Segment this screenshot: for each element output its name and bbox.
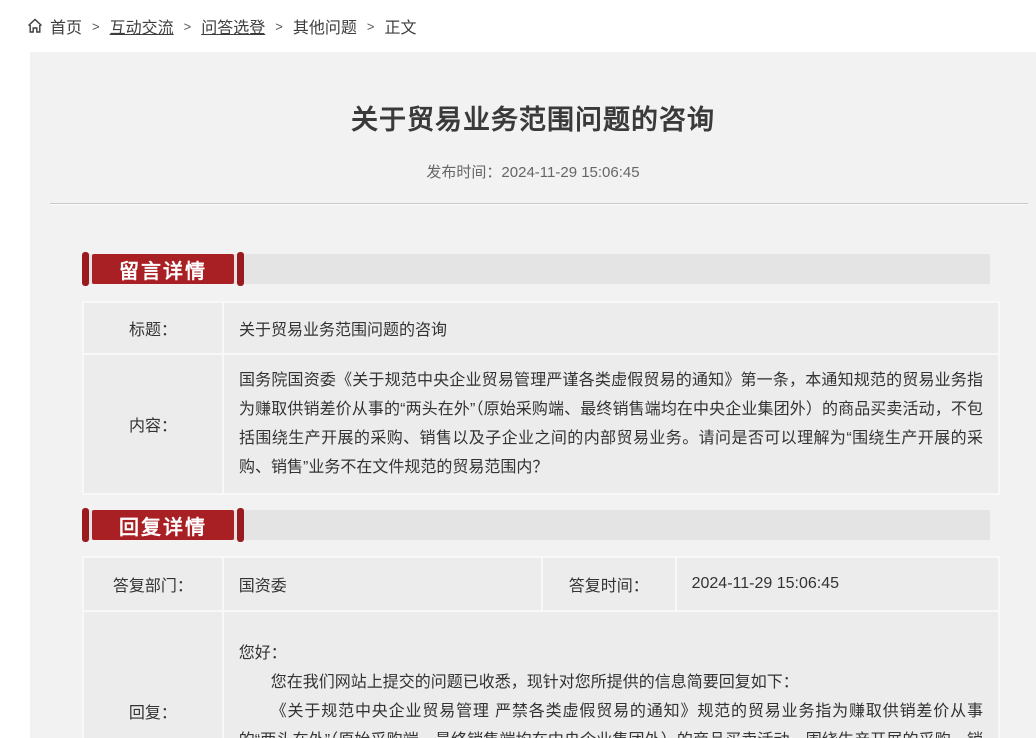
divider <box>50 203 1028 205</box>
reply-dept-label: 答复部门： <box>83 557 223 611</box>
reply-time-value: 2024-11-29 15:06:45 <box>676 557 999 611</box>
publish-time-value: 2024-11-29 15:06:45 <box>501 164 639 181</box>
breadcrumb-item-interaction[interactable]: 互动交流 <box>110 14 174 38</box>
message-section-badge: 留言详情 <box>82 252 244 286</box>
message-section-title: 留言详情 <box>92 254 234 284</box>
table-row: 内容： 国务院国资委《关于规范中央企业贸易管理严谨各类虚假贸易的通知》第一条，本… <box>83 354 999 494</box>
table-row: 答复部门： 国资委 答复时间： 2024-11-29 15:06:45 <box>83 557 999 611</box>
reply-paragraph: 《关于规范中央企业贸易管理 严禁各类虚假贸易的通知》规范的贸易业务指为赚取供销差… <box>239 697 983 738</box>
message-content-text: 国务院国资委《关于规范中央企业贸易管理严谨各类虚假贸易的通知》第一条，本通知规范… <box>239 366 983 482</box>
message-content-value: 国务院国资委《关于规范中央企业贸易管理严谨各类虚假贸易的通知》第一条，本通知规范… <box>223 354 999 494</box>
message-section-header: 留言详情 <box>82 252 1000 286</box>
breadcrumb-item-qa[interactable]: 问答选登 <box>201 14 265 38</box>
reply-time-label: 答复时间： <box>542 557 676 611</box>
message-title-label: 标题： <box>83 302 223 354</box>
table-row: 标题： 关于贸易业务范围问题的咨询 <box>83 302 999 354</box>
badge-right-edge <box>237 508 244 542</box>
badge-right-edge <box>237 252 244 286</box>
breadcrumb-separator: > <box>275 19 283 34</box>
message-title-value: 关于贸易业务范围问题的咨询 <box>223 302 999 354</box>
badge-left-edge <box>82 508 89 542</box>
publish-time-label: 发布时间： <box>426 164 501 181</box>
home-icon[interactable] <box>27 18 43 34</box>
reply-content-label: 回复： <box>83 611 223 738</box>
badge-left-edge <box>82 252 89 286</box>
reply-section-header: 回复详情 <box>82 508 1000 542</box>
reply-detail-table: 答复部门： 国资委 答复时间： 2024-11-29 15:06:45 回复： … <box>82 556 1000 738</box>
breadcrumb-item-other[interactable]: 其他问题 <box>293 14 357 38</box>
reply-dept-value: 国资委 <box>223 557 542 611</box>
reply-content-value: 您好： 您在我们网站上提交的问题已收悉，现针对您所提供的信息简要回复如下： 《关… <box>223 611 999 738</box>
breadcrumb-home[interactable]: 首页 <box>50 14 82 38</box>
breadcrumb-separator: > <box>367 19 375 34</box>
reply-paragraph: 您好： <box>239 639 983 668</box>
reply-paragraph: 您在我们网站上提交的问题已收悉，现针对您所提供的信息简要回复如下： <box>239 668 983 697</box>
content-panel: 关于贸易业务范围问题的咨询 发布时间：2024-11-29 15:06:45 留… <box>30 52 1036 738</box>
message-content-label: 内容： <box>83 354 223 494</box>
breadcrumb: 首页 > 互动交流 > 问答选登 > 其他问题 > 正文 <box>0 0 1036 52</box>
reply-section-title: 回复详情 <box>92 510 234 540</box>
page-title: 关于贸易业务范围问题的咨询 <box>30 52 1036 137</box>
breadcrumb-item-current: 正文 <box>384 14 416 38</box>
message-detail-table: 标题： 关于贸易业务范围问题的咨询 内容： 国务院国资委《关于规范中央企业贸易管… <box>82 301 1000 495</box>
publish-time: 发布时间：2024-11-29 15:06:45 <box>30 161 1036 182</box>
breadcrumb-separator: > <box>184 19 192 34</box>
table-row: 回复： 您好： 您在我们网站上提交的问题已收悉，现针对您所提供的信息简要回复如下… <box>83 611 999 738</box>
breadcrumb-separator: > <box>92 19 100 34</box>
reply-section-badge: 回复详情 <box>82 508 244 542</box>
